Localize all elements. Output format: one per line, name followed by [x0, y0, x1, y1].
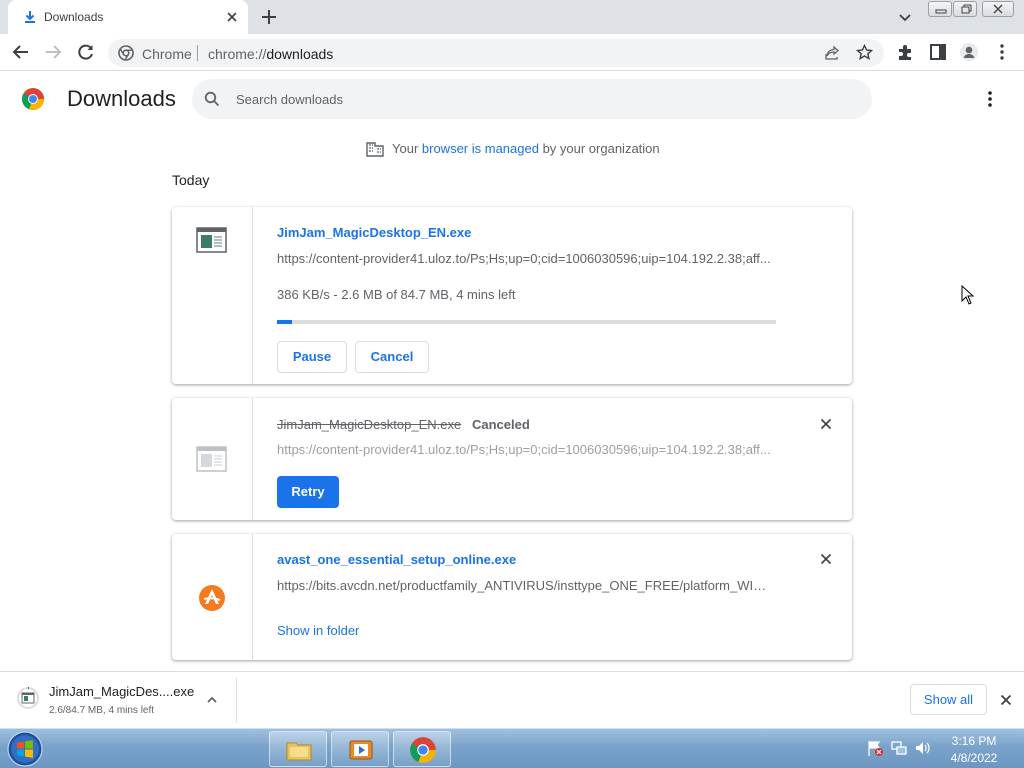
tab-strip: Downloads [0, 0, 1024, 34]
side-panel-icon[interactable] [928, 42, 948, 62]
tab-title: Downloads [44, 10, 104, 24]
clock-time[interactable]: 3:16 PM [948, 734, 1000, 748]
search-bar[interactable] [192, 79, 872, 119]
chrome-logo-icon [21, 88, 45, 111]
download-filename-link[interactable]: JimJam_MagicDesktop_EN.exe [277, 225, 471, 240]
close-window-button[interactable] [982, 1, 1014, 17]
extensions-puzzle-icon[interactable] [896, 42, 916, 62]
download-filename-link[interactable]: avast_one_essential_setup_online.exe [277, 552, 516, 567]
action-center-flag-icon[interactable] [866, 739, 884, 757]
download-progress-bar [277, 320, 776, 324]
taskbar-media-player-button[interactable] [331, 731, 389, 767]
shelf-divider [236, 678, 237, 722]
windows-taskbar: 3:16 PM 4/8/2022 [0, 728, 1024, 768]
minimize-icon [935, 9, 947, 14]
cancel-button[interactable]: Cancel [355, 341, 429, 373]
download-source-url[interactable]: https://content-provider41.uloz.to/Ps;Hs… [277, 442, 775, 457]
taskbar-chrome-button[interactable] [393, 731, 451, 767]
pause-button[interactable]: Pause [277, 341, 347, 373]
show-all-button[interactable]: Show all [910, 684, 987, 715]
remove-item-close-icon[interactable] [818, 551, 834, 567]
new-tab-icon[interactable] [258, 7, 280, 27]
browser-toolbar: Chrome chrome://downloads [0, 34, 1024, 71]
back-arrow-icon[interactable] [11, 42, 31, 62]
chrome-taskbar-icon [410, 737, 436, 763]
file-icon-column [172, 207, 253, 384]
shelf-filename[interactable]: JimJam_MagicDes....exe [49, 684, 194, 699]
forward-arrow-icon[interactable] [43, 42, 63, 62]
chrome-menu-icon[interactable] [992, 42, 1012, 62]
windows-start-icon[interactable] [6, 730, 44, 768]
page-title: Downloads [67, 86, 176, 111]
browser-managed-link[interactable]: browser is managed [422, 141, 539, 156]
network-icon[interactable] [890, 739, 908, 757]
managed-text: Your browser is managed by your organiza… [392, 141, 660, 156]
close-window-icon [993, 4, 1003, 14]
tab-downloads[interactable]: Downloads [8, 0, 248, 34]
tab-search-chevron-icon[interactable] [896, 9, 914, 27]
taskbar-explorer-button[interactable] [269, 731, 327, 767]
restore-button[interactable] [953, 1, 977, 17]
clock-date[interactable]: 4/8/2022 [944, 751, 1004, 765]
omnibox-separator [197, 45, 198, 61]
download-source-url[interactable]: https://bits.avcdn.net/productfamily_ANT… [277, 578, 775, 593]
folder-icon [286, 742, 312, 761]
file-icon-column [172, 398, 253, 520]
search-input[interactable] [236, 79, 836, 119]
volume-icon[interactable] [914, 739, 932, 757]
address-bar[interactable]: Chrome chrome://downloads [108, 39, 884, 67]
downloads-header: Downloads [0, 71, 1024, 127]
download-item-in-progress: JimJam_MagicDesktop_EN.exe https://conte… [172, 207, 852, 384]
download-progress-fill [277, 320, 293, 324]
omnibox-chip: Chrome [142, 46, 192, 62]
exe-file-icon [196, 227, 227, 253]
omnibox-url[interactable]: chrome://downloads [208, 46, 333, 62]
shelf-file-icon[interactable] [17, 687, 39, 709]
more-actions-icon[interactable] [980, 89, 1000, 109]
share-icon[interactable] [824, 45, 840, 61]
show-in-folder-link[interactable]: Show in folder [277, 623, 359, 638]
remove-item-close-icon[interactable] [818, 416, 834, 432]
building-icon [366, 142, 384, 157]
chrome-site-icon [118, 45, 134, 61]
download-item-complete: avast_one_essential_setup_online.exe htt… [172, 534, 852, 660]
download-filename-canceled: JimJam_MagicDesktop_EN.exe [277, 417, 462, 432]
search-icon [204, 91, 220, 107]
restore-icon [961, 4, 972, 14]
chevron-up-icon[interactable] [205, 693, 219, 707]
tab-close-icon[interactable] [224, 9, 240, 25]
exe-file-icon-faded [196, 446, 227, 472]
section-heading-today: Today [172, 172, 210, 188]
download-status: 386 KB/s - 2.6 MB of 84.7 MB, 4 mins lef… [277, 287, 516, 302]
download-shelf: JimJam_MagicDes....exe 2.6/84.7 MB, 4 mi… [0, 671, 1024, 728]
avast-icon [199, 585, 225, 611]
media-player-icon [349, 740, 373, 760]
bookmark-star-icon[interactable] [856, 44, 873, 61]
download-source-url[interactable]: https://content-provider41.uloz.to/Ps;Hs… [277, 251, 775, 266]
close-shelf-icon[interactable] [998, 692, 1014, 708]
file-icon-column [172, 534, 253, 660]
mouse-cursor-icon [961, 285, 975, 305]
download-icon [25, 11, 35, 23]
shelf-status: 2.6/84.7 MB, 4 mins left [49, 705, 155, 716]
download-item-canceled: JimJam_MagicDesktop_EN.exe Canceled http… [172, 398, 852, 520]
retry-button[interactable]: Retry [277, 476, 339, 508]
minimize-button[interactable] [928, 1, 952, 17]
reload-icon[interactable] [76, 42, 96, 62]
profile-avatar-icon[interactable] [959, 42, 979, 62]
canceled-tag: Canceled [472, 417, 530, 432]
